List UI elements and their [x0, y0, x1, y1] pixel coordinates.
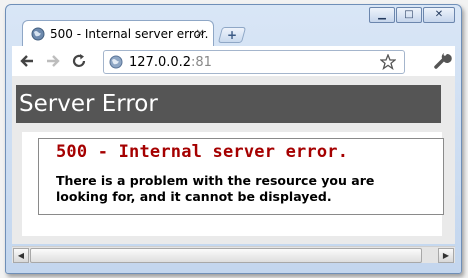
plus-icon: +	[226, 28, 238, 42]
toolbar: 127.0.0.2:81	[12, 46, 455, 76]
globe-icon	[31, 27, 45, 41]
error-title: 500 - Internal server error.	[56, 142, 349, 162]
page-banner: Server Error	[16, 85, 441, 123]
close-window-button[interactable]: ✕	[423, 7, 455, 23]
window-controls: ▁ □ ✕	[368, 7, 455, 23]
reload-icon	[72, 54, 86, 67]
wrench-icon[interactable]	[432, 50, 452, 70]
back-arrow-icon	[20, 55, 33, 67]
page-content: 500 - Internal server error. There is a …	[22, 132, 444, 236]
globe-icon	[109, 55, 123, 69]
new-tab-button[interactable]: +	[217, 27, 247, 43]
url-port: :81	[191, 54, 212, 70]
maximize-button[interactable]: □	[396, 7, 422, 23]
reload-button[interactable]	[68, 50, 90, 72]
tab-close-icon[interactable]: ×	[195, 26, 205, 40]
scroll-thumb[interactable]	[30, 248, 422, 263]
address-bar[interactable]: 127.0.0.2:81	[103, 50, 405, 74]
tab-active[interactable]: 500 - Internal server error. ×	[22, 20, 214, 47]
tab-title: 500 - Internal server error.	[50, 27, 209, 41]
browser-window: ▁ □ ✕ 500 - Internal server error. × + 1…	[5, 4, 462, 274]
error-box: 500 - Internal server error. There is a …	[38, 138, 444, 215]
scroll-left-button[interactable]: ◀	[13, 248, 29, 263]
error-message: There is a problem with the resource you…	[56, 173, 375, 204]
scroll-right-button[interactable]: ▶	[438, 248, 454, 263]
url-text: 127.0.0.2:81	[129, 55, 212, 70]
back-button[interactable]	[16, 50, 38, 72]
page-viewport: Server Error 500 - Internal server error…	[12, 76, 455, 244]
url-host: 127.0.0.2	[129, 54, 192, 70]
horizontal-scrollbar[interactable]: ◀ ▶	[12, 246, 455, 263]
forward-arrow-icon	[47, 55, 60, 67]
forward-button[interactable]	[42, 50, 64, 72]
bookmark-star-icon[interactable]	[380, 54, 396, 70]
minimize-button[interactable]: ▁	[369, 7, 395, 23]
